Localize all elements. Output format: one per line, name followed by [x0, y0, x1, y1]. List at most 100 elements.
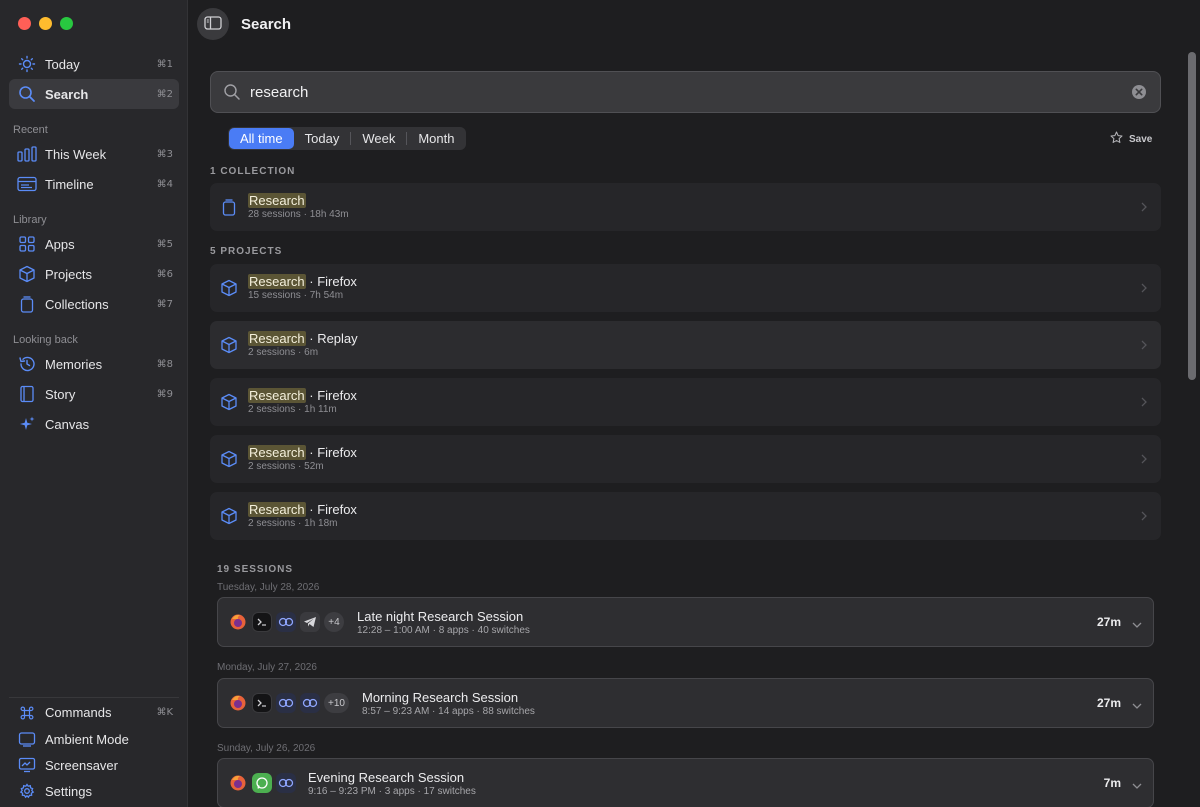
session-card[interactable]: Evening Research Session 9:16 – 9:23 PM …: [217, 758, 1154, 807]
session-date: Sunday, July 26, 2026: [217, 743, 316, 754]
shortcut-hint: ⌘2: [156, 88, 173, 100]
timeline-icon: [17, 174, 37, 194]
chevron-right-icon: [1139, 282, 1149, 294]
project-row[interactable]: Research · Replay 2 sessions · 6m: [210, 321, 1161, 369]
replay-icon: [300, 693, 320, 713]
sidebar-footer: Commands ⌘K Ambient Mode Screensaver Set…: [9, 697, 179, 804]
cube-icon: [220, 336, 238, 354]
project-meta: 2 sessions · 1h 11m: [248, 404, 337, 415]
sidebar-item-label: Story: [45, 386, 76, 402]
session-title: Evening Research Session: [308, 770, 465, 785]
shortcut-hint: ⌘8: [156, 358, 173, 370]
sidebar-item-projects[interactable]: Projects ⌘6: [9, 259, 179, 289]
sidebar-item-label: Collections: [45, 296, 109, 312]
scrollbar-thumb[interactable]: [1188, 52, 1196, 380]
sidebar-item-ambient-mode[interactable]: Ambient Mode: [9, 726, 179, 752]
collection-title: Research: [248, 193, 306, 208]
search-icon: [17, 84, 37, 104]
zoom-window-button[interactable]: [60, 17, 73, 30]
chevron-down-icon[interactable]: [1131, 779, 1143, 789]
sidebar-item-commands[interactable]: Commands ⌘K: [9, 699, 179, 726]
more-apps-badge: +10: [324, 693, 349, 713]
sidebar-item-story[interactable]: Story ⌘9: [9, 379, 179, 409]
close-window-button[interactable]: [18, 17, 31, 30]
project-row[interactable]: Research · Firefox 2 sessions · 1h 11m: [210, 378, 1161, 426]
replay-icon: [276, 773, 296, 793]
window-controls: [18, 17, 73, 30]
terminal-icon: [252, 612, 272, 632]
cube-icon: [17, 264, 37, 284]
project-meta: 15 sessions · 7h 54m: [248, 290, 344, 301]
ambient-icon: [17, 729, 37, 749]
sidebar-item-search[interactable]: Search ⌘2: [9, 79, 179, 109]
looking-back-nav: Memories ⌘8 Story ⌘9 Canvas: [9, 349, 179, 439]
chevron-right-icon: [1139, 510, 1149, 522]
sidebar-item-collections[interactable]: Collections ⌘7: [9, 289, 179, 319]
sidebar-item-label: Ambient Mode: [45, 731, 129, 747]
toggle-sidebar-button[interactable]: [197, 8, 229, 40]
title-rest: · Firefox: [305, 445, 357, 460]
sidebar-item-label: Settings: [45, 783, 92, 799]
session-duration: 27m: [1096, 696, 1121, 710]
chevron-right-icon: [1139, 453, 1149, 465]
firefox-icon: [228, 612, 248, 632]
filter-week[interactable]: Week: [351, 128, 406, 149]
bar-chart-icon: [17, 144, 37, 164]
project-meta: 2 sessions · 1h 18m: [248, 518, 338, 529]
stack-icon: [220, 198, 238, 216]
collection-row[interactable]: Research 28 sessions · 18h 43m: [210, 183, 1161, 231]
sidebar-item-apps[interactable]: Apps ⌘5: [9, 229, 179, 259]
collections-heading: 1 COLLECTION: [210, 166, 296, 177]
primary-nav: Today ⌘1 Search ⌘2: [9, 49, 179, 109]
chevron-right-icon: [1139, 339, 1149, 351]
session-card[interactable]: +10 Morning Research Session 8:57 – 9:23…: [217, 678, 1154, 728]
filter-today[interactable]: Today: [294, 128, 351, 149]
project-meta: 2 sessions · 6m: [248, 347, 319, 358]
sidebar-item-timeline[interactable]: Timeline ⌘4: [9, 169, 179, 199]
sidebar: Today ⌘1 Search ⌘2 Recent This Week ⌘3 T…: [0, 0, 188, 807]
sidebar-toggle-icon: [204, 15, 222, 33]
stack-icon: [17, 294, 37, 314]
sidebar-item-label: This Week: [45, 146, 107, 162]
chevron-down-icon[interactable]: [1131, 618, 1143, 628]
clear-search-icon[interactable]: [1131, 84, 1147, 100]
main-content: Search All time Today Week Month Save 1 …: [189, 0, 1200, 807]
session-meta: 8:57 – 9:23 AM · 14 apps · 88 switches: [362, 706, 535, 717]
projects-heading: 5 PROJECTS: [210, 246, 283, 257]
filter-month[interactable]: Month: [407, 128, 465, 149]
sidebar-item-label: Search: [45, 86, 89, 102]
session-card[interactable]: +4 Late night Research Session 12:28 – 1…: [217, 597, 1154, 647]
project-row[interactable]: Research · Firefox 15 sessions · 7h 54m: [210, 264, 1161, 312]
library-nav: Apps ⌘5 Projects ⌘6 Collections ⌘7: [9, 229, 179, 319]
sidebar-item-settings[interactable]: Settings: [9, 778, 179, 804]
sidebar-item-memories[interactable]: Memories ⌘8: [9, 349, 179, 379]
firefox-icon: [228, 693, 248, 713]
session-title: Late night Research Session: [357, 609, 524, 624]
sidebar-item-label: Apps: [45, 236, 75, 252]
sidebar-item-this-week[interactable]: This Week ⌘3: [9, 139, 179, 169]
session-meta: 12:28 – 1:00 AM · 8 apps · 40 switches: [357, 625, 530, 636]
filter-all-time[interactable]: All time: [229, 128, 294, 149]
project-row[interactable]: Research · Firefox 2 sessions · 52m: [210, 435, 1161, 483]
sidebar-item-canvas[interactable]: Canvas: [9, 409, 179, 439]
project-title: Research · Firefox: [248, 274, 357, 289]
session-meta: 9:16 – 9:23 PM · 3 apps · 17 switches: [308, 786, 476, 797]
sidebar-item-screensaver[interactable]: Screensaver: [9, 752, 179, 778]
whatsapp-icon: [252, 773, 272, 793]
project-row[interactable]: Research · Firefox 2 sessions · 1h 18m: [210, 492, 1161, 540]
save-search-button[interactable]: Save: [1110, 131, 1152, 147]
match-highlight: Research: [248, 274, 306, 289]
search-input[interactable]: [250, 83, 1100, 101]
shortcut-hint: ⌘5: [156, 238, 173, 250]
sidebar-item-label: Projects: [45, 266, 92, 282]
sidebar-item-today[interactable]: Today ⌘1: [9, 49, 179, 79]
more-apps-badge: +4: [324, 612, 344, 632]
app-icons: +10: [228, 693, 349, 713]
app-icons: [228, 773, 296, 793]
shortcut-hint: ⌘9: [156, 388, 173, 400]
sessions-heading: 19 SESSIONS: [217, 564, 294, 575]
collection-meta: 28 sessions · 18h 43m: [248, 209, 349, 220]
minimize-window-button[interactable]: [39, 17, 52, 30]
grid-icon: [17, 234, 37, 254]
chevron-down-icon[interactable]: [1131, 699, 1143, 709]
